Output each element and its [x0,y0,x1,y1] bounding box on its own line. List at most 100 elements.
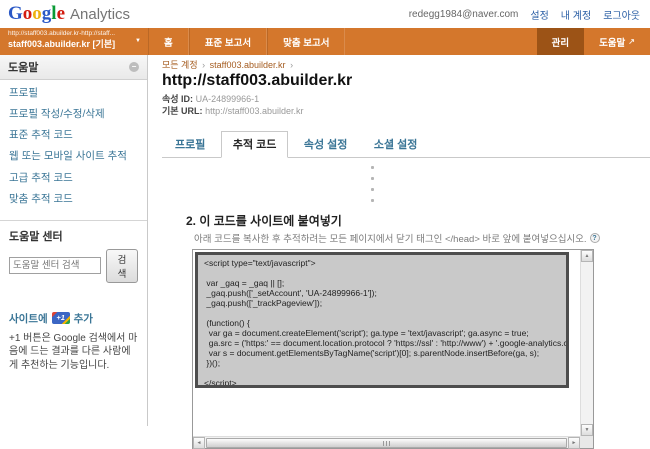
help-panel-header: 도움말 − [0,55,147,80]
collapse-icon[interactable]: − [129,62,139,72]
plusone-title: 사이트에 +1 추가 [9,311,138,326]
breadcrumb-separator: › [290,60,293,70]
sidebar-item-profile-edit[interactable]: 프로필 작성/수정/삭제 [9,108,138,121]
top-header: Google Analytics redegg1984@naver.com 설정… [0,0,650,28]
help-center-title: 도움말 센터 [0,221,147,249]
ellipsis-dot [371,177,374,180]
scroll-left-icon[interactable]: ◄ [193,437,205,449]
external-link-icon: ↗ [628,37,635,46]
breadcrumb-account[interactable]: staff003.abuilder.kr [210,60,286,70]
code-line: </script> [204,378,566,388]
plusone-description: +1 버튼은 Google 검색에서 마음에 드는 결과를 다른 사람에게 추천… [9,332,138,373]
content-ellipsis [371,166,650,212]
sidebar-item-standard-tracking-code[interactable]: 표준 추적 코드 [9,129,138,142]
sidebar-item-profile[interactable]: 프로필 [9,87,138,100]
property-id-value: UA-24899966-1 [196,94,260,104]
logout-link[interactable]: 로그아웃 [603,7,640,22]
ellipsis-dot [371,199,374,202]
page-title: http://staff003.abuilder.kr [162,72,650,90]
nav-tab-custom-reports[interactable]: 맞춤 보고서 [267,28,345,55]
code-line: var _gaq = _gaq || []; [204,278,566,288]
nav-tab-home[interactable]: 홈 [148,28,189,55]
property-id-line: 속성 ID: UA-24899966-1 [162,94,650,106]
help-panel-title: 도움말 [8,59,38,75]
header-account-area: redegg1984@naver.com 설정 내 계정 로그아웃 [409,7,640,22]
help-icon[interactable]: ? [590,233,600,243]
code-line [204,308,566,318]
logo-letter: G [8,3,23,24]
account-selector-name: staff003.abuilder.kr [기본] [8,37,132,50]
logo-letter: o [23,3,33,24]
paste-code-description: 아래 코드를 복사한 후 추적하려는 모든 페이지에서 닫기 태그인 </hea… [194,231,650,245]
account-selector-dropdown[interactable]: http://staff003.abuilder.kr-http://staff… [0,28,148,55]
scrollbar-corner [580,436,593,448]
sidebar-item-custom-tracking-code[interactable]: 맞춤 추적 코드 [9,193,138,206]
navbar-spacer [345,28,536,55]
scroll-down-icon[interactable]: ▼ [581,424,593,436]
breadcrumb: 모든 계정 › staff003.abuilder.kr › [162,58,650,71]
settings-link[interactable]: 설정 [530,7,548,22]
plusone-section: 사이트에 +1 추가 +1 버튼은 Google 검색에서 마음에 드는 결과를… [0,311,147,373]
chevron-down-icon: ▼ [135,38,141,44]
paste-code-description-text: 아래 코드를 복사한 후 추적하려는 모든 페이지에서 닫기 태그인 </hea… [194,231,587,245]
tab-profiles[interactable]: 프로필 [164,132,216,157]
scroll-right-icon[interactable]: ► [568,437,580,449]
tab-property-settings[interactable]: 속성 설정 [293,132,359,157]
plusone-title-prefix: 사이트에 [9,311,48,326]
plusone-title-suffix: 추가 [74,311,93,326]
property-tabs: 프로필 추적 코드 속성 설정 소셜 설정 [162,130,650,158]
tab-tracking-code[interactable]: 추적 코드 [221,131,289,158]
my-account-link[interactable]: 내 계정 [561,7,591,22]
help-center-search-input[interactable] [9,257,101,274]
code-line: var s = document.getElementsByTagName('s… [204,348,566,358]
scrollbar-grip [383,441,391,446]
paste-code-heading: 2. 이 코드를 사이트에 붙여넣기 [186,212,650,229]
nav-tab-standard-reports[interactable]: 표준 보고서 [189,28,267,55]
help-center-search-row: 검색 [0,249,147,283]
property-id-label: 속성 ID: [162,94,193,104]
nav-help-link[interactable]: 도움말 ↗ [584,28,650,55]
account-selector-path: http://staff003.abuilder.kr-http://staff… [8,30,132,37]
google-analytics-logo: Google Analytics [8,3,130,25]
account-email: redegg1984@naver.com [409,9,519,20]
help-links-list: 프로필 프로필 작성/수정/삭제 표준 추적 코드 웹 또는 모바일 사이트 추… [0,80,147,218]
google-logo: Google [8,3,65,25]
help-sidebar: 도움말 − 프로필 프로필 작성/수정/삭제 표준 추적 코드 웹 또는 모바일… [0,55,148,426]
code-line: (function() { [204,318,566,328]
tracking-code-textarea[interactable]: <script type="text/javascript"> var _gaq… [192,249,594,449]
default-url-value: http://staff003.abuilder.kr [205,106,303,116]
main-navbar: http://staff003.abuilder.kr-http://staff… [0,28,650,55]
sidebar-item-advanced-tracking-code[interactable]: 고급 추적 코드 [9,172,138,185]
search-button[interactable]: 검색 [106,249,138,283]
tracking-code-highlight-box: <script type="text/javascript"> var _gaq… [195,252,569,388]
google-analytics-page: Google Analytics redegg1984@naver.com 설정… [0,0,650,426]
code-line: })(); [204,358,566,368]
ellipsis-dot [371,188,374,191]
horizontal-scrollbar[interactable]: ◄ ► [193,436,580,448]
scroll-up-icon[interactable]: ▲ [581,250,593,262]
code-line: ga.src = ('https:' == document.location.… [204,338,566,348]
analytics-wordmark: Analytics [70,6,130,23]
ellipsis-dot [371,166,374,169]
default-url-line: 기본 URL: http://staff003.abuilder.kr [162,106,650,118]
tab-social-settings[interactable]: 소셜 설정 [363,132,429,157]
breadcrumb-separator: › [202,60,205,70]
code-line: var ga = document.createElement('script'… [204,328,566,338]
code-line: <script type="text/javascript"> [204,258,566,268]
code-line [204,268,566,278]
logo-letter: e [57,3,65,24]
nav-tab-admin[interactable]: 관리 [537,28,584,55]
code-line [204,368,566,378]
code-line: _gaq.push(['_setAccount', 'UA-24899966-1… [204,288,566,298]
sidebar-item-web-mobile-tracking[interactable]: 웹 또는 모바일 사이트 추적 [9,150,138,163]
breadcrumb-all-accounts[interactable]: 모든 계정 [162,60,198,70]
logo-letter: o [32,3,42,24]
plusone-badge-icon: +1 [52,312,70,324]
vertical-scrollbar[interactable]: ▲ ▼ [580,250,593,436]
code-line: _gaq.push(['_trackPageview']); [204,298,566,308]
horizontal-scrollbar-thumb[interactable] [206,438,567,448]
logo-letter: g [42,3,52,24]
default-url-label: 기본 URL: [162,106,203,116]
nav-help-label: 도움말 [599,35,625,49]
main-content: 모든 계정 › staff003.abuilder.kr › http://st… [148,55,650,426]
